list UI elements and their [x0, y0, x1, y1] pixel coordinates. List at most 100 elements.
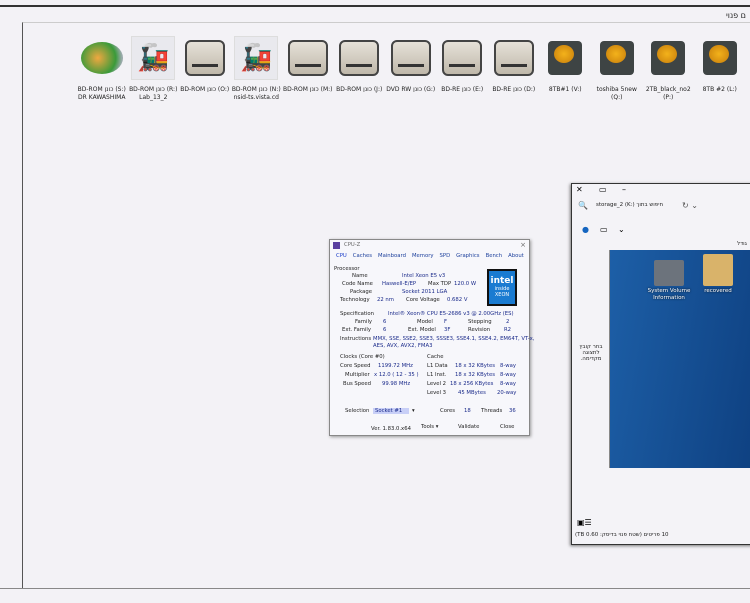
- cpuz-corespeed-l: Core Speed: [340, 363, 371, 369]
- drive-sublabel: DR KAWASHIMA: [78, 94, 126, 101]
- optical-drive-icon: [492, 36, 536, 80]
- optical-drive-icon: [440, 36, 484, 80]
- cpuz-spec: Intel® Xeon® CPU E5-2686 v3 @ 2.00GHz (E…: [388, 311, 514, 317]
- cpuz-clocks-l: Clocks (Core #0): [340, 354, 385, 360]
- drive-item[interactable]: 8TB#1 (V:): [540, 36, 592, 102]
- cpuz-model-l: Model: [417, 319, 433, 325]
- top-border: [0, 5, 750, 7]
- cpuz-l3-w: 20-way: [497, 390, 517, 396]
- tab-memory[interactable]: Memory: [412, 253, 434, 259]
- tab-mainboard[interactable]: Mainboard: [378, 253, 406, 259]
- minimize-icon[interactable]: –: [622, 185, 626, 194]
- pane-icon[interactable]: ▭: [600, 225, 608, 234]
- cpuz-maxtdp-l: Max TDP: [428, 281, 452, 287]
- drive-item[interactable]: 8TB #2 (L:): [694, 36, 746, 102]
- cpuz-l1d-l: L1 Data: [427, 363, 448, 369]
- search-icon: 🔍: [578, 201, 588, 210]
- cpuz-close[interactable]: Close: [500, 424, 514, 430]
- refresh-icon[interactable]: ↻ ⌄: [682, 201, 698, 210]
- selection-dropdown[interactable]: Socket #1: [373, 408, 409, 414]
- tab-bench[interactable]: Bench: [486, 253, 503, 259]
- close-icon[interactable]: ✕: [576, 185, 583, 194]
- cpuz-window: CPU-Z × CPU Caches Mainboard Memory SPD Graphi…: [329, 239, 534, 436]
- size-column-header[interactable]: גודל: [737, 241, 747, 247]
- drive-item[interactable]: BD-RE כונן (D:): [488, 36, 540, 102]
- tab-graphics[interactable]: Graphics: [456, 253, 479, 259]
- cpuz-codename-l: Code Name: [342, 281, 373, 287]
- drive-list: BD-ROM כונן (S:) DR KAWASHIMA 🚂 BD-ROM כונן…: [76, 36, 746, 102]
- cpuz-cores: 18: [464, 408, 471, 414]
- cpuz-l3-l: Level 3: [427, 390, 447, 396]
- drive-item[interactable]: 🚂 BD-ROM כונן (N:) nsid-ts.vista.cd: [231, 36, 283, 102]
- cpuz-tech: 22 nm: [377, 297, 394, 303]
- help-icon[interactable]: ●: [582, 225, 589, 234]
- cpuz-maxtdp: 120.0 W: [454, 281, 477, 287]
- drive-label: BD-ROM כונן (M:): [282, 86, 333, 93]
- cpuz-l2: 18 x 256 KBytes: [450, 381, 494, 387]
- drive-label: BD-RE כונן (D:): [492, 86, 536, 93]
- drive-item[interactable]: BD-ROM כונן (M:): [282, 36, 334, 102]
- file-explorer-window: ✕ ▭ – 🔍 חיפוש בתוך storage_2 (K:) ↻ ⌄ ● …: [571, 183, 750, 545]
- cpuz-family: 6: [383, 319, 387, 325]
- cpuz-spec-l: Specification: [340, 311, 375, 317]
- folder-recovered[interactable]: recovered: [698, 254, 738, 295]
- drive-label: BD-RE כונן (E:): [441, 86, 484, 93]
- drive-item[interactable]: BD-ROM כונן (O:): [179, 36, 231, 102]
- search-input[interactable]: חיפוש בתוך storage_2 (K:): [596, 202, 663, 208]
- cpuz-cores-l: Cores: [440, 408, 456, 414]
- cpuz-extfamily-l: Ext. Family: [342, 327, 371, 333]
- cpuz-l1i-l: L1 Inst.: [427, 372, 447, 378]
- optical-drive-icon: [337, 36, 381, 80]
- cpuz-instr1: MMX, SSE, SSE2, SSE3, SSSE3, SSE4.1, SSE…: [373, 336, 535, 342]
- tab-cpu[interactable]: CPU: [336, 253, 347, 259]
- drive-label: BD-ROM כונן (J:): [336, 86, 383, 93]
- drive-label: 8TB #2 (L:): [702, 86, 737, 93]
- drive-label: toshiba 5new (Q:): [596, 86, 637, 101]
- cpuz-instr2: AES, AVX, AVX2, FMA3: [373, 343, 433, 349]
- cpuz-name-l: Name: [352, 273, 368, 279]
- drive-item[interactable]: BD-ROM כונן (S:) DR KAWASHIMA: [76, 36, 128, 102]
- cpuz-bus: 99.98 MHz: [382, 381, 411, 387]
- cpuz-processor: Processor: [334, 266, 360, 272]
- optical-drive-icon: [286, 36, 330, 80]
- hard-drive-icon: [698, 36, 742, 80]
- chevron-down-icon[interactable]: ▾: [412, 408, 415, 414]
- drive-item[interactable]: BD-ROM כונן (J:): [334, 36, 386, 102]
- cpuz-mult-l: Multiplier: [345, 372, 370, 378]
- cpuz-validate[interactable]: Validate: [458, 424, 479, 430]
- brain-disc-icon: [80, 36, 124, 80]
- cpuz-cache-l: Cache: [427, 354, 444, 360]
- intel-brand: intel: [490, 276, 514, 286]
- cpuz-revision-l: Revision: [468, 327, 491, 333]
- tab-about[interactable]: About: [508, 253, 524, 259]
- status-bar: 10 פריטים (שטח פנוי בדיסק: 0.60 TB): [575, 532, 669, 538]
- chevron-down-icon[interactable]: ⌄: [618, 225, 625, 234]
- drive-label: 2TB_black_no2 (P:): [645, 86, 691, 101]
- cpuz-revision: R2: [504, 327, 512, 333]
- cpuz-extmodel-l: Ext. Model: [408, 327, 436, 333]
- cpuz-package-l: Package: [350, 289, 372, 295]
- cpuz-extfamily: 6: [383, 327, 387, 333]
- bottom-border: [0, 588, 750, 589]
- drive-item[interactable]: 🚂 BD-ROM כונן (R:) Lab_13_2: [128, 36, 180, 102]
- tools-button[interactable]: Tools ▾: [421, 424, 438, 430]
- view-icon[interactable]: ▣☰: [577, 518, 592, 527]
- cpuz-family-l: Family: [355, 319, 373, 325]
- cpuz-bus-l: Bus Speed: [343, 381, 372, 387]
- free-space-header: ם פנוי: [725, 11, 746, 20]
- folder-label: System Volume Information: [647, 288, 691, 301]
- drive-item[interactable]: BD-RE כונן (E:): [437, 36, 489, 102]
- tab-spd[interactable]: SPD: [440, 253, 451, 259]
- drive-item[interactable]: DVD RW כונן (G:): [385, 36, 437, 102]
- drive-item[interactable]: toshiba 5new (Q:): [591, 36, 643, 102]
- drive-label: BD-ROM כונן (S:): [77, 86, 126, 93]
- close-icon[interactable]: ×: [520, 241, 526, 249]
- tab-caches[interactable]: Caches: [353, 253, 372, 259]
- drive-item[interactable]: 2TB_black_no2 (P:): [643, 36, 695, 102]
- folder-system-volume-information[interactable]: System Volume Information: [644, 260, 694, 302]
- file-pane: System Volume Information recovered: [609, 250, 750, 468]
- restore-icon[interactable]: ▭: [599, 185, 607, 194]
- optical-drive-icon: [389, 36, 433, 80]
- intel-xeon-logo: intel inside XEON: [487, 269, 517, 306]
- folder-label: recovered: [704, 288, 732, 294]
